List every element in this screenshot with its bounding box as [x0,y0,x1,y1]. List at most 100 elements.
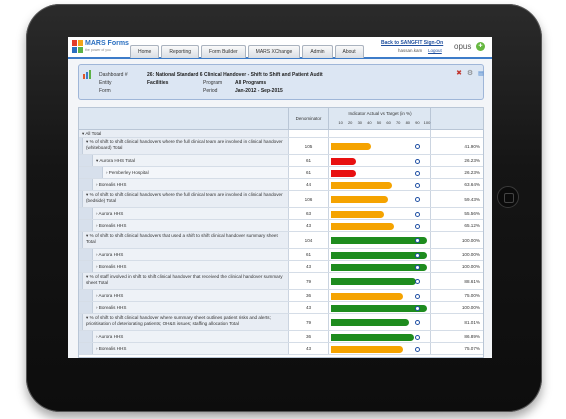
target-marker [414,334,420,340]
target-marker [414,144,420,149]
percent-cell: 86.89% [431,331,483,342]
tab-admin[interactable]: Admin [302,45,333,58]
percent-cell: 100.00% [431,249,483,260]
table-row[interactable]: › Borealis HHS 43 75.07% [79,343,483,355]
percent-cell: 100.00% [431,302,483,313]
denominator-cell: 36 [289,290,329,301]
table-row[interactable]: ▾ % of staff involved in shift to shift … [79,273,483,290]
table-row[interactable]: › Borealis HHS 44 63.64% [79,179,483,191]
denominator-cell: 79 [289,314,329,330]
percent-cell: 65.12% [431,220,483,231]
row-label[interactable]: › Aurora HHS [93,208,289,219]
denominator-cell: 63 [289,208,329,219]
tab-reporting[interactable]: Reporting [161,45,200,58]
row-label[interactable]: › Borealis HHS [93,302,289,313]
row-label[interactable]: › Pemberley Hospital [103,167,289,178]
dashboard-icon [83,70,91,79]
tab-about[interactable]: About [334,45,364,58]
row-label[interactable]: ▾ % of staff involved in shift to shift … [83,273,289,289]
percent-cell: 100.00% [431,232,483,248]
actual-bar [331,292,403,300]
back-to-sign-on-link[interactable]: Back to SANGFIT Sign-On [381,40,443,46]
home-button[interactable] [497,186,519,208]
denominator-cell: 61 [289,249,329,260]
percent-cell: 75.00% [431,290,483,301]
row-label[interactable]: › Borealis HHS [93,261,289,272]
percent-cell: 26.23% [431,155,483,166]
denominator-cell: 61 [289,167,329,178]
table-row[interactable]: › Aurora HHS 61 100.00% [79,249,483,261]
percent-cell [431,130,483,137]
indicator-table: Denominator Indicator Actual vs Target (… [78,107,484,358]
table-row[interactable]: › Borealis HHS 43 100.00% [79,261,483,273]
table-row[interactable]: › Borealis HHS 43 100.00% [79,302,483,314]
table-row[interactable]: ▾ All Total [79,130,483,138]
percent-cell: 26.23% [431,167,483,178]
axis-tick-label: 40 [367,120,372,125]
row-label[interactable]: ▾ Aurora HHS Total [93,155,289,166]
row-indent [79,155,93,166]
row-indent [79,290,93,301]
tab-home[interactable]: Home [130,45,160,58]
row-label[interactable]: › Aurora HHS [93,331,289,342]
row-indent [79,249,93,260]
export-pdf-icon[interactable]: ✖ [455,70,463,78]
indicator-cell [329,179,431,190]
target-marker [414,305,420,311]
brand-name: MARS Forms [85,40,129,47]
tab-form-builder[interactable]: Form Builder [201,45,246,58]
period-label: Period [203,88,218,94]
row-label[interactable]: › Aurora HHS [93,249,289,260]
target-marker [414,293,420,299]
row-label[interactable]: ▾ % of shift to shift clinical handovers… [83,191,289,207]
table-row[interactable]: ▾ % of shift to shift clinical handovers… [79,138,483,155]
indicator-cell [329,191,431,207]
table-row[interactable]: › Pemberley Hospital 61 26.23% [79,167,483,179]
target-marker [414,197,420,202]
percent-column-header [431,108,483,130]
table-row[interactable]: › Aurora HHS 36 86.89% [79,331,483,343]
indicator-cell [329,290,431,301]
target-marker [414,252,420,258]
table-row[interactable]: ▾ Aurora HHS Total 61 26.23% [79,155,483,167]
row-label[interactable]: › Borealis HHS [93,343,289,354]
tab-mars-xchange[interactable]: MARS XChange [247,45,301,58]
mars-logo-icon [72,40,83,53]
denominator-cell: 43 [289,343,329,354]
target-marker [414,170,420,176]
row-label[interactable]: › Borealis HHS [93,220,289,231]
row-label[interactable]: ▾ % of shift to shift clinical handover … [83,314,289,330]
row-label[interactable]: › Aurora HHS [93,290,289,301]
denominator-cell: 36 [289,331,329,342]
target-marker [414,182,420,188]
actual-bar [331,237,427,244]
row-label[interactable]: ▾ All Total [79,130,289,137]
actual-bar [331,251,427,259]
axis-tick-label: 10 [338,120,343,125]
percent-cell: 55.56% [431,208,483,219]
dashboard-label: Dashboard # [99,72,128,78]
row-label[interactable]: ▾ % of shift to shift clinical handovers… [83,138,289,154]
settings-gear-icon[interactable]: ⚙ [466,70,474,78]
print-icon[interactable]: ▤ [477,70,485,78]
table-row[interactable]: ▾ % of shift to shift clinical handover … [79,314,483,331]
logout-link[interactable]: Logout [428,48,442,53]
username: hassan.kam [398,48,423,53]
row-label[interactable]: ▾ % of shift to shift clinical handovers… [83,232,289,248]
denominator-cell: 43 [289,220,329,231]
denominator-cell: 79 [289,273,329,289]
table-row[interactable]: › Borealis HHS 43 65.12% [79,220,483,232]
actual-bar [331,210,385,218]
axis-tick-label: 80 [405,120,411,125]
actual-bar [331,333,415,341]
table-row[interactable]: › Aurora HHS 63 55.56% [79,208,483,220]
table-row[interactable]: ▾ % of shift to shift clinical handovers… [79,232,483,249]
table-row[interactable]: › Aurora HHS 36 75.00% [79,290,483,302]
percent-cell: 41.90% [431,138,483,154]
table-row[interactable]: ▾ % of shift to shift clinical handovers… [79,191,483,208]
row-label[interactable]: › Borealis HHS [93,179,289,190]
axis-tick-label: 90 [415,120,420,125]
actual-bar [331,143,372,150]
axis-tick-label: 50 [376,120,382,125]
denominator-cell: 105 [289,138,329,154]
